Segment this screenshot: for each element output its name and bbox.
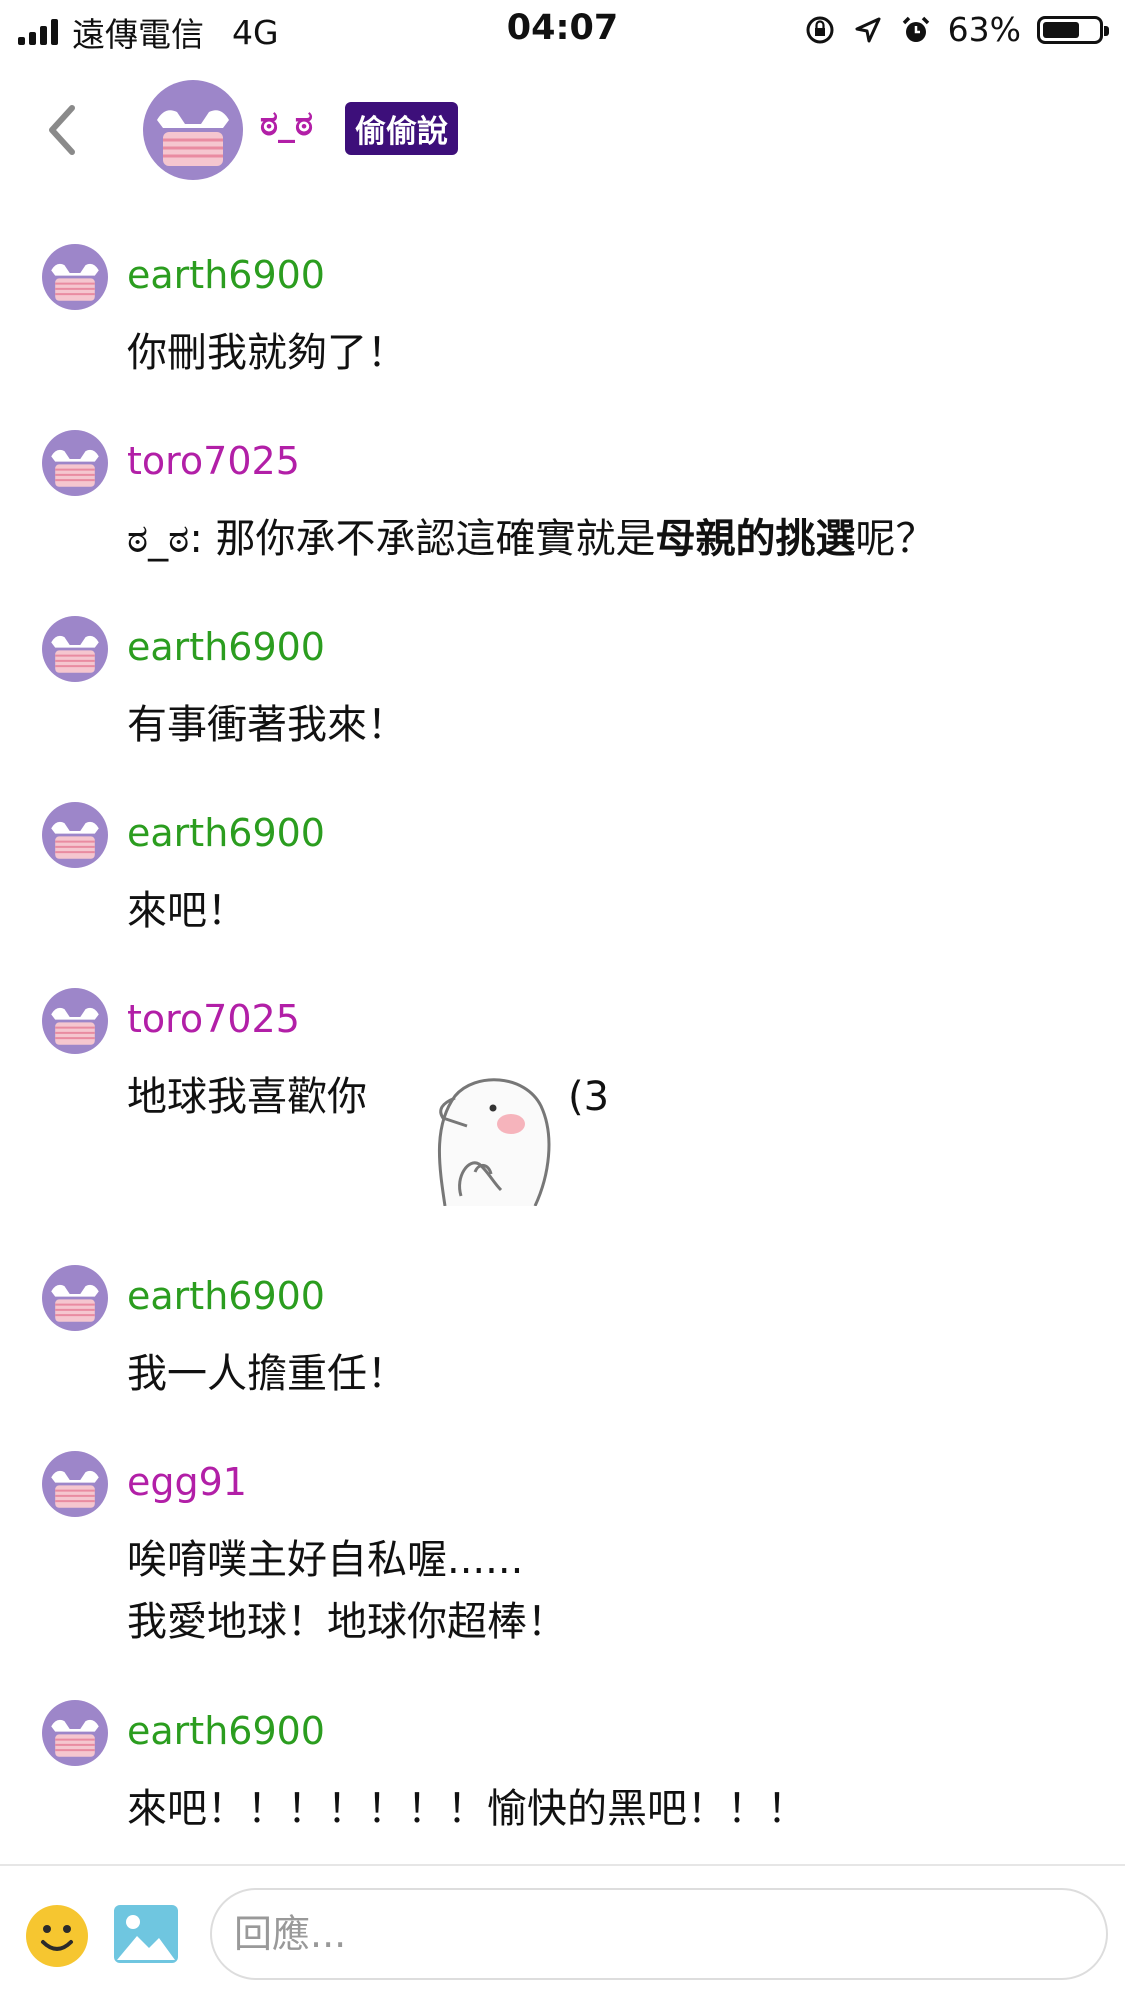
emoji-icon[interactable]: [25, 1904, 89, 1968]
plurk-avatar-icon[interactable]: [143, 80, 243, 180]
username[interactable]: earth6900: [127, 810, 325, 856]
header-name: ಠ_ಠ: [260, 104, 313, 144]
user-avatar-icon[interactable]: [42, 244, 108, 310]
message-text: ಠ_ಠ: 那你承不承認這確實就是母親的挑選呢？: [127, 508, 1087, 570]
user-avatar-icon[interactable]: [42, 802, 108, 868]
message-text: 來吧！: [127, 888, 247, 934]
message-text-prefix: ಠ_ಠ: 那你承不承認這確實就是: [127, 516, 656, 562]
rotation-lock-icon: [806, 16, 834, 43]
status-bar: 遠傳電信 4G 04:07 63%: [0, 0, 1125, 62]
user-avatar-icon[interactable]: [42, 1265, 108, 1331]
username[interactable]: earth6900: [127, 1273, 325, 1319]
message-text: 來吧！！！！！！！愉快的黑吧！！！: [127, 1786, 807, 1832]
battery-percent: 63%: [947, 10, 1021, 49]
message-text: 你刪我就夠了！: [127, 330, 407, 376]
user-avatar-icon[interactable]: [42, 1700, 108, 1766]
message-text-bold: 母親的挑選: [655, 516, 856, 562]
username[interactable]: earth6900: [127, 624, 325, 670]
user-avatar-icon[interactable]: [42, 430, 108, 496]
ghost-sticker-icon[interactable]: [415, 1066, 555, 1206]
user-avatar-icon[interactable]: [42, 616, 108, 682]
message-text-suffix: (3: [568, 1074, 610, 1120]
whisper-badge: 偷偷說: [345, 102, 458, 155]
username[interactable]: egg91: [127, 1459, 247, 1505]
alarm-icon: [902, 16, 929, 42]
reply-input[interactable]: 回應...: [210, 1888, 1108, 1980]
status-right: 63%: [804, 10, 1109, 49]
message-text: 唉唷噗主好自私喔...... 我愛地球！地球你超棒！: [127, 1537, 567, 1645]
battery-icon: [1037, 15, 1109, 44]
reply-bar: 回應...: [0, 1864, 1125, 2003]
message-text-suffix: 呢？: [855, 516, 936, 562]
username[interactable]: toro7025: [127, 996, 300, 1042]
user-avatar-icon[interactable]: [42, 988, 108, 1054]
chat-header: ಠ_ಠ 偷偷說: [0, 72, 1125, 192]
username[interactable]: toro7025: [127, 438, 300, 484]
username[interactable]: earth6900: [127, 1708, 325, 1754]
user-avatar-icon[interactable]: [42, 1451, 108, 1517]
message-text: 有事衝著我來！: [127, 702, 407, 748]
message-text: 我一人擔重任！: [127, 1351, 407, 1397]
image-upload-icon[interactable]: [113, 1904, 179, 1964]
location-arrow-icon: [855, 17, 881, 42]
back-chevron-icon[interactable]: [40, 100, 90, 160]
username[interactable]: earth6900: [127, 252, 325, 298]
